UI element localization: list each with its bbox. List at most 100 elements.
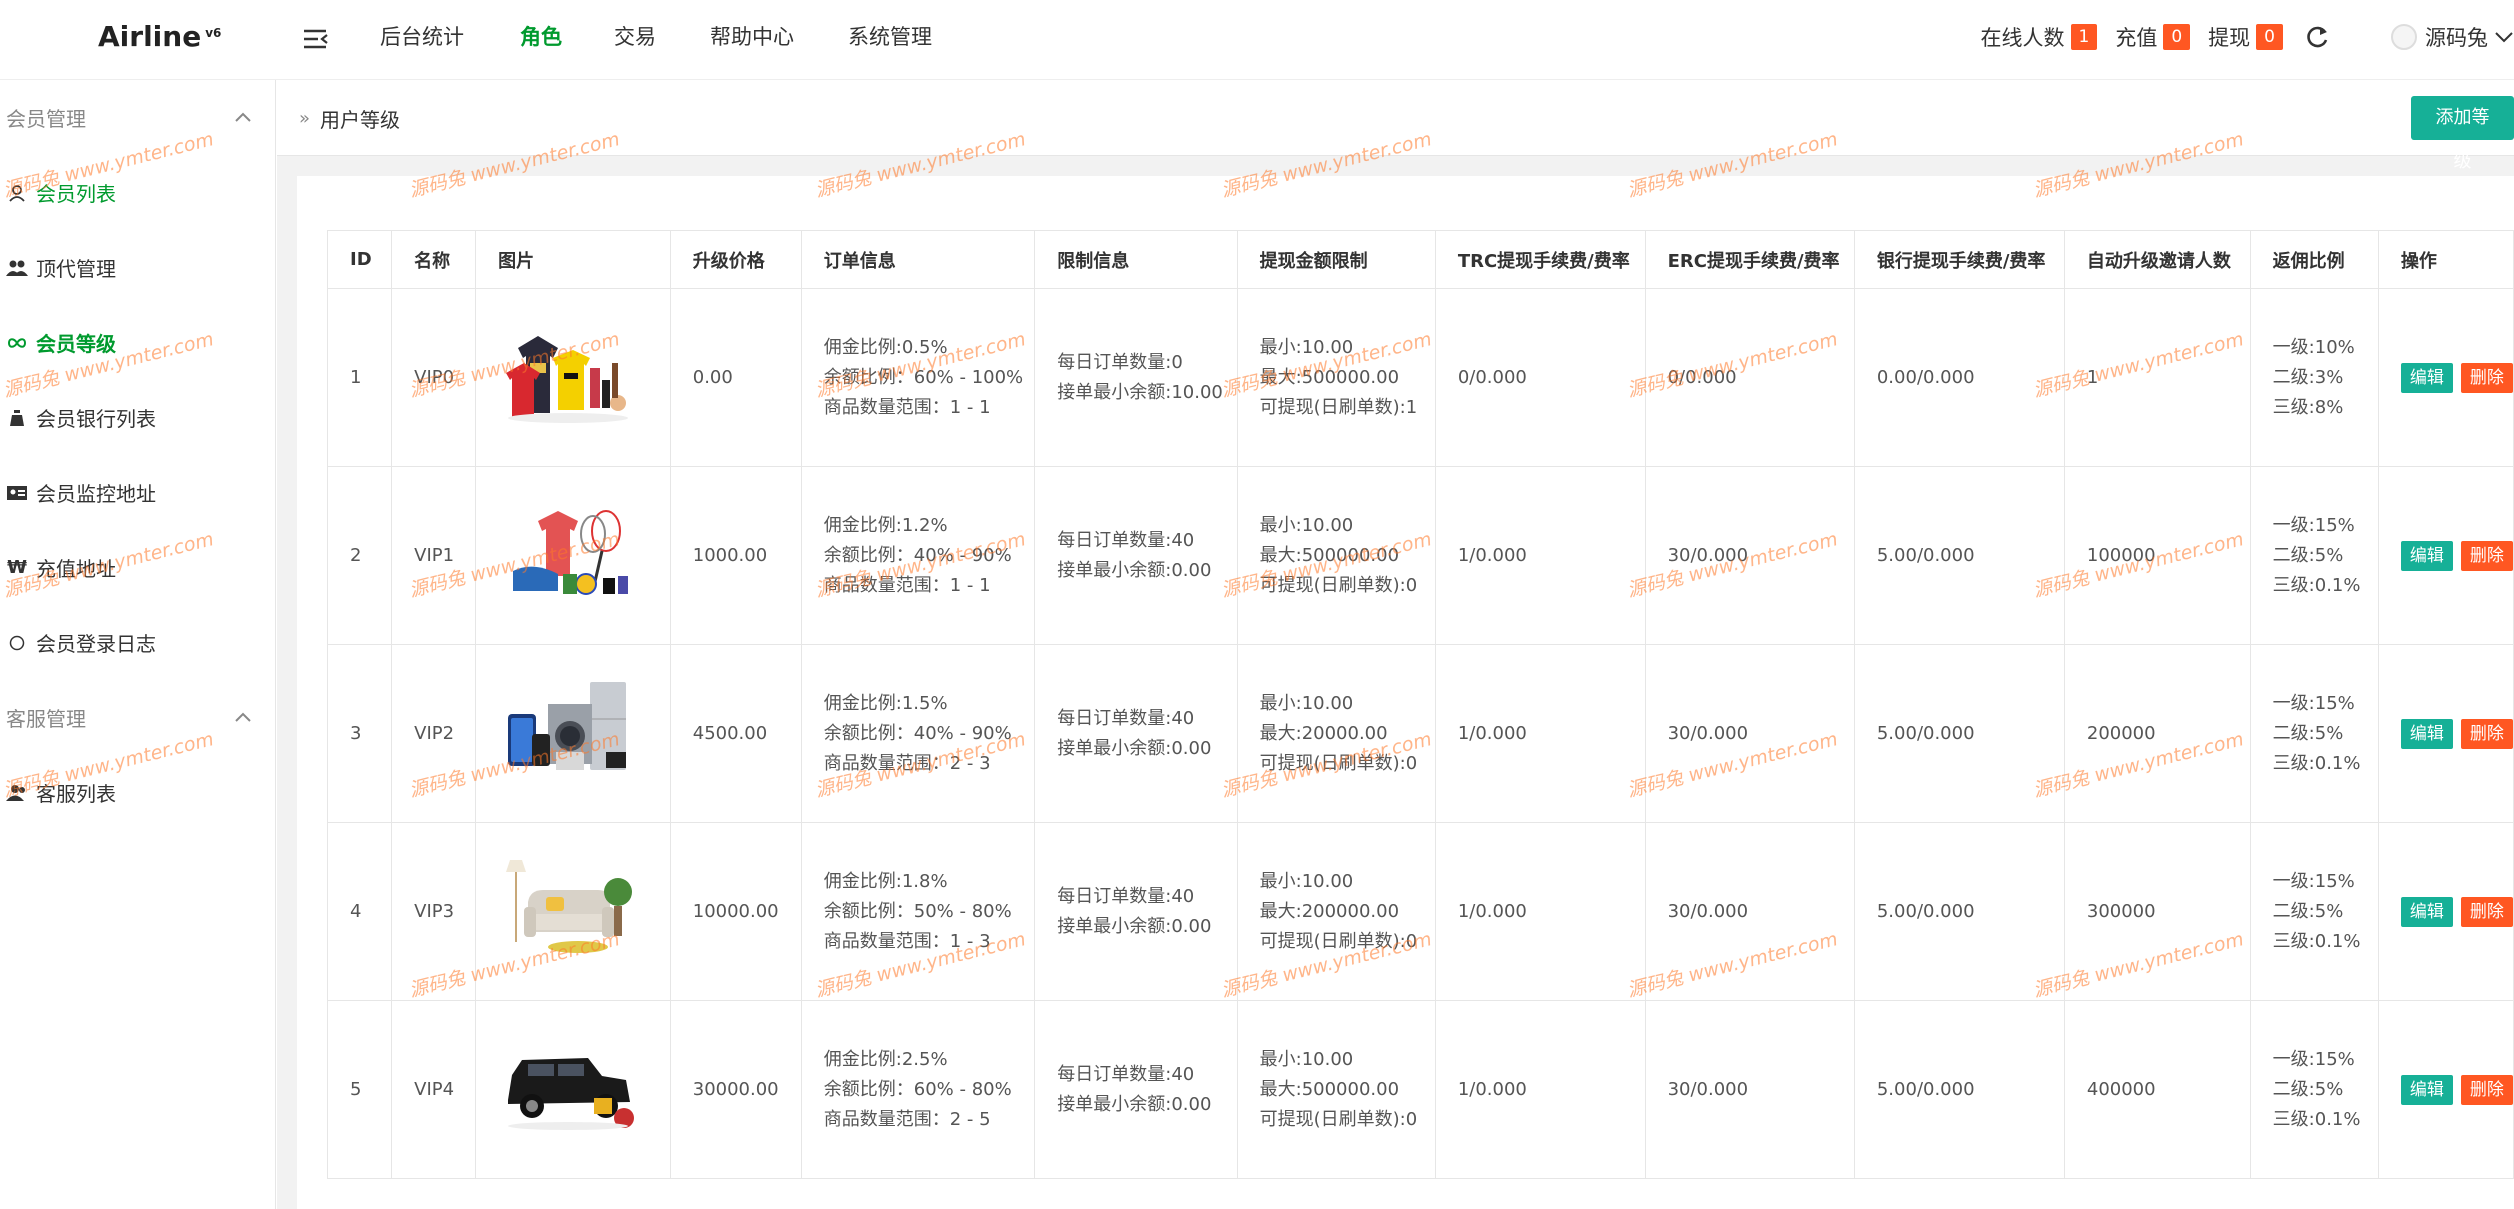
cell-withdraw-limit: 最小:10.00 最大:500000.00 可提现(日刷单数):0 <box>1236 466 1436 645</box>
cell-id: 4 <box>326 822 393 1001</box>
sidebar-item-recharge-address[interactable]: ₩ 充值地址 <box>6 553 116 582</box>
money-bag-icon <box>6 408 28 428</box>
withdraw-limit-line: 最大:500000.00 <box>1259 1078 1400 1100</box>
sidebar-item-service-list[interactable]: 客服列表 <box>6 778 116 807</box>
cell-name: VIP2 <box>391 644 477 823</box>
rebate-line: 二级:5% <box>2272 1078 2344 1100</box>
withdraw-limit-line: 最小:10.00 <box>1259 1048 1354 1070</box>
table-row: 2 VIP1 1000.00 佣金比例:1.2% 余额比例：40% - 90% 商品数量范… <box>326 466 2514 645</box>
cell-price: 0.00 <box>669 288 802 467</box>
menu-toggle-icon[interactable] <box>300 24 330 54</box>
users-icon <box>6 783 28 803</box>
cell-price: 30000.00 <box>669 1000 802 1179</box>
top-nav: 后台统计 角色 交易 帮助中心 系统管理 <box>380 0 948 80</box>
delete-button[interactable]: 删除 <box>2460 718 2513 749</box>
id-card-icon <box>6 483 28 503</box>
nav-system-management[interactable]: 系统管理 <box>848 0 948 80</box>
cell-image <box>475 466 671 645</box>
sidebar-item-login-log[interactable]: 会员登录日志 <box>6 628 156 657</box>
cell-invite-count: 400000 <box>2063 1000 2251 1179</box>
delete-button[interactable]: 删除 <box>2460 540 2513 571</box>
cell-id: 1 <box>326 288 393 467</box>
nav-help-center[interactable]: 帮助中心 <box>710 0 848 80</box>
withdraw-limit-line: 可提现(日刷单数):1 <box>1259 396 1418 418</box>
edit-button[interactable]: 编辑 <box>2400 1074 2453 1105</box>
edit-button[interactable]: 编辑 <box>2400 896 2453 927</box>
rebate-line: 三级:8% <box>2272 396 2344 418</box>
order-info-line: 佣金比例:1.5% <box>823 692 948 714</box>
table-row: 1 VIP0 0.00 佣金比例:0.5% 余额比例：60% - 100% 商品数量范围：… <box>326 288 2514 467</box>
app-logo[interactable]: Airline v6 <box>98 20 221 53</box>
sidebar-item-monitor-address[interactable]: 会员监控地址 <box>6 478 156 507</box>
limit-info-line: 每日订单数量:40 <box>1057 1063 1195 1085</box>
edit-button[interactable]: 编辑 <box>2400 540 2453 571</box>
limit-info-line: 每日订单数量:40 <box>1057 529 1195 551</box>
online-label: 在线人数 <box>1980 26 2065 50</box>
nav-transactions[interactable]: 交易 <box>614 0 710 80</box>
withdraw-limit-line: 最小:10.00 <box>1259 336 1354 358</box>
withdraw-count-badge[interactable]: 0 <box>2256 24 2283 50</box>
header-stats: 在线人数 1 充值 0 提现 0 源码兔 <box>1981 0 2514 74</box>
cell-rebate: 一级:15% 二级:5% 三级:0.1% <box>2249 1000 2379 1179</box>
order-info-line: 佣金比例:1.8% <box>823 870 948 892</box>
rebate-line: 一级:15% <box>2272 692 2355 714</box>
cell-id: 3 <box>326 644 393 823</box>
sidebar-item-label: 会员监控地址 <box>36 482 156 506</box>
online-count-badge[interactable]: 1 <box>2070 24 2098 50</box>
user-icon <box>6 183 28 203</box>
order-info-line: 佣金比例:2.5% <box>823 1048 948 1070</box>
user-menu[interactable]: 源码兔 <box>2391 22 2514 52</box>
sidebar-item-label: 会员列表 <box>36 182 116 206</box>
refresh-icon[interactable] <box>2303 23 2331 51</box>
cell-rebate: 一级:15% 二级:5% 三级:0.1% <box>2249 466 2379 645</box>
recharge-count-badge[interactable]: 0 <box>2163 24 2191 50</box>
cell-bank-fee: 5.00/0.000 <box>1853 644 2065 823</box>
order-info-line: 余额比例：60% - 100% <box>823 366 1024 388</box>
cell-image <box>475 288 671 467</box>
delete-button[interactable]: 删除 <box>2460 1074 2513 1105</box>
cell-image <box>475 1000 671 1179</box>
cell-image <box>475 644 671 823</box>
rebate-line: 一级:10% <box>2272 336 2355 358</box>
limit-info-line: 接单最小余额:10.00 <box>1057 381 1223 403</box>
withdraw-limit-line: 最大:500000.00 <box>1259 366 1400 388</box>
nav-statistics[interactable]: 后台统计 <box>380 0 520 80</box>
withdraw-label: 提现 <box>2208 26 2251 50</box>
cell-withdraw-limit: 最小:10.00 最大:500000.00 可提现(日刷单数):1 <box>1236 288 1436 467</box>
cell-price: 10000.00 <box>669 822 802 1001</box>
limit-info-line: 接单最小余额:0.00 <box>1057 915 1212 937</box>
cell-actions: 编辑 删除 <box>2377 1000 2514 1179</box>
sidebar-item-member-list[interactable]: 会员列表 <box>6 178 116 207</box>
rebate-line: 二级:5% <box>2272 900 2344 922</box>
withdraw-limit-line: 可提现(日刷单数):0 <box>1259 1108 1418 1130</box>
rebate-line: 二级:3% <box>2272 366 2344 388</box>
sidebar-item-member-banks[interactable]: 会员银行列表 <box>6 403 156 432</box>
cell-image <box>475 822 671 1001</box>
add-level-button[interactable]: 添加等级 <box>2411 96 2514 172</box>
sidebar-item-label: 会员等级 <box>36 332 116 356</box>
col-header: ERC提现手续费/费率 <box>1644 230 1855 289</box>
cell-withdraw-limit: 最小:10.00 最大:200000.00 可提现(日刷单数):0 <box>1236 822 1436 1001</box>
sidebar-group-customer-service[interactable]: 客服管理 <box>6 703 86 732</box>
delete-button[interactable]: 删除 <box>2460 896 2513 927</box>
delete-button[interactable]: 删除 <box>2460 362 2513 393</box>
edit-button[interactable]: 编辑 <box>2400 362 2453 393</box>
sidebar-group-members[interactable]: 会员管理 <box>6 103 86 132</box>
nav-roles[interactable]: 角色 <box>520 0 614 80</box>
cell-erc-fee: 30/0.000 <box>1644 466 1855 645</box>
cell-order-info: 佣金比例:0.5% 余额比例：60% - 100% 商品数量范围：1 - 1 <box>800 288 1036 467</box>
order-info-line: 商品数量范围：1 - 1 <box>823 396 991 418</box>
limit-info-line: 每日订单数量:40 <box>1057 707 1195 729</box>
cell-actions: 编辑 删除 <box>2377 822 2514 1001</box>
currency-icon: ₩ <box>7 557 27 578</box>
edit-button[interactable]: 编辑 <box>2400 718 2453 749</box>
chevron-up-icon[interactable] <box>234 711 252 723</box>
withdraw-limit-line: 最小:10.00 <box>1259 514 1354 536</box>
sidebar-item-agents[interactable]: 顶代管理 <box>6 253 116 282</box>
sidebar-item-member-levels[interactable]: 会员等级 <box>6 328 116 357</box>
cell-rebate: 一级:15% 二级:5% 三级:0.1% <box>2249 822 2379 1001</box>
chevron-up-icon[interactable] <box>234 111 252 123</box>
cell-actions: 编辑 删除 <box>2377 466 2514 645</box>
col-header: 操作 <box>2377 230 2514 289</box>
withdraw-limit-line: 最小:10.00 <box>1259 870 1354 892</box>
